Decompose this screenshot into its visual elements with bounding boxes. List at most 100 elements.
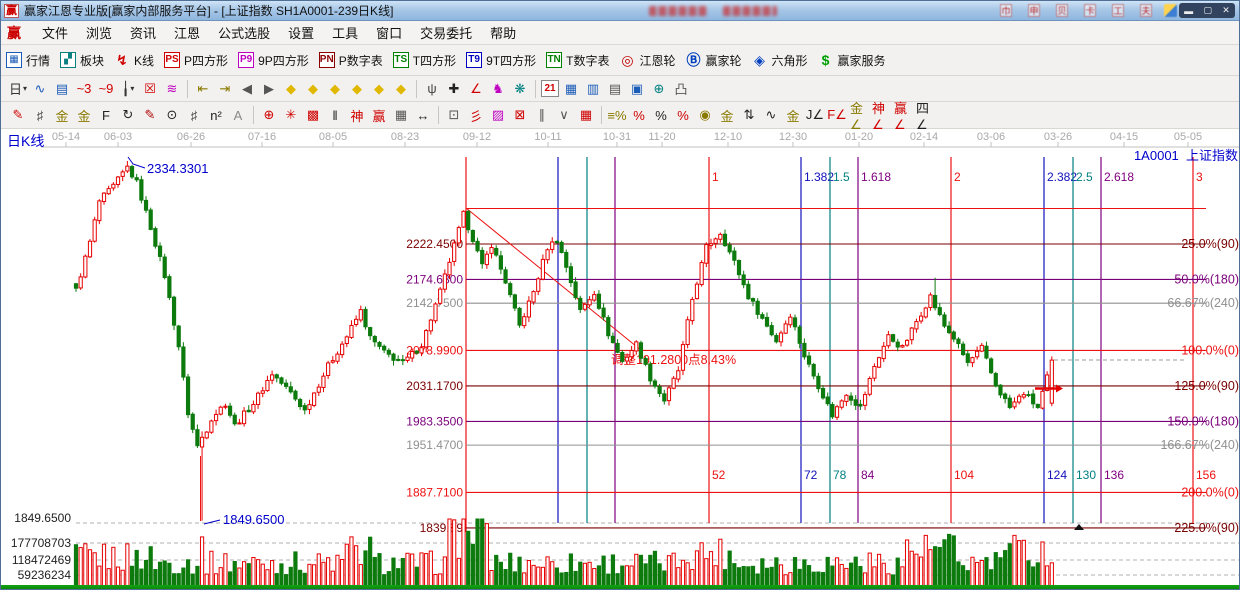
ying-tool[interactable]: 赢	[369, 105, 389, 125]
circle-cross-tool[interactable]: ⊕	[259, 105, 279, 125]
menu-help[interactable]: 帮助	[481, 21, 525, 44]
sectors-button[interactable]: ▞板块	[60, 52, 104, 69]
quotes-button[interactable]: ▦行情	[6, 52, 50, 69]
gold2-tool[interactable]: 金	[783, 105, 803, 125]
bottom-scrollbar[interactable]	[1, 585, 1240, 590]
angle-f-tool[interactable]: F∠	[827, 105, 847, 125]
spider-web-tool[interactable]: ✳	[281, 105, 301, 125]
hexagon-button[interactable]: ◈六角形	[752, 52, 808, 69]
gann-shape-button[interactable]: ♞	[488, 79, 508, 99]
overlay-line-button[interactable]: ∿	[30, 79, 50, 99]
red-grid-tool[interactable]: ▦	[576, 105, 596, 125]
gold-circle-tool[interactable]: ◉	[695, 105, 715, 125]
analysis-brain-button[interactable]: ❋	[510, 79, 530, 99]
grid-123-tool[interactable]: ▦	[391, 105, 411, 125]
fibonacci-tool[interactable]: F	[96, 105, 116, 125]
9p-square-button[interactable]: P99P四方形	[238, 52, 309, 69]
gold-line-tool[interactable]: 金	[717, 105, 737, 125]
pct-strike-tool[interactable]: %	[629, 105, 649, 125]
zoom-in-button[interactable]: ◆	[369, 79, 389, 99]
angle-shen-tool[interactable]: 神∠	[871, 105, 891, 125]
expand-left-button[interactable]: ◆	[281, 79, 301, 99]
angle-measure-button[interactable]: ∠	[466, 79, 486, 99]
go-first-button[interactable]: ⇤	[193, 79, 213, 99]
titlebar-color-icon[interactable]	[1164, 4, 1177, 17]
menu-file[interactable]: 文件	[33, 21, 77, 44]
updown-tool[interactable]: ⇅	[739, 105, 759, 125]
kline-button[interactable]: ↯K线	[114, 52, 154, 69]
wave-a-tool[interactable]: ∿	[761, 105, 781, 125]
calendar-button[interactable]: 21	[541, 80, 559, 97]
shen-tool[interactable]: 神	[347, 105, 367, 125]
fan-box-tool[interactable]: ▨	[488, 105, 508, 125]
angle-j-tool[interactable]: J∠	[805, 105, 825, 125]
expand-right-button[interactable]: ◆	[303, 79, 323, 99]
color-volume-button[interactable]: ≋	[162, 79, 182, 99]
chart-canvas[interactable]: 05-1406-0306-2607-1608-0508-2309-1210-11…	[1, 129, 1240, 585]
notes-button[interactable]: ▤	[605, 79, 625, 99]
titlebar-quick-icon-6[interactable]: 夫	[1140, 4, 1152, 17]
winner-service-button[interactable]: $赢家服务	[818, 52, 886, 69]
gold-ratio-tool-1[interactable]: 金	[52, 105, 72, 125]
fan-lines-tool[interactable]: 彡	[466, 105, 486, 125]
save-button[interactable]: ▣	[627, 79, 647, 99]
calculator-button[interactable]: ▦	[561, 79, 581, 99]
9t-square-button[interactable]: T99T四方形	[466, 52, 536, 69]
window-close-button[interactable]: ✕	[1222, 5, 1230, 16]
erase-drawing-button[interactable]: ☒	[140, 79, 160, 99]
crosshair-button[interactable]: ✚	[444, 79, 464, 99]
bar-pair-tool[interactable]: ‖	[325, 105, 345, 125]
cycle-circle-tool[interactable]: ⊙	[162, 105, 182, 125]
pct-tool[interactable]: %	[651, 105, 671, 125]
menu-browse[interactable]: 浏览	[77, 21, 121, 44]
menu-formula-picker[interactable]: 公式选股	[209, 21, 279, 44]
titlebar-quick-icon-3[interactable]: 贝	[1056, 4, 1068, 17]
pct-under-tool[interactable]: %	[673, 105, 693, 125]
angle-four-tool[interactable]: 四∠	[915, 105, 935, 125]
gann-wheel-button[interactable]: ◎江恩轮	[619, 52, 675, 69]
menu-gann[interactable]: 江恩	[165, 21, 209, 44]
wave9-button[interactable]: ~9	[96, 79, 116, 99]
n-square-tool[interactable]: n²	[206, 105, 226, 125]
prev-bar-button[interactable]: ◀	[237, 79, 257, 99]
data-table-button[interactable]: ▥	[583, 79, 603, 99]
stock-note-button[interactable]: ▤	[52, 79, 72, 99]
winner-wheel-button[interactable]: Ⓑ赢家轮	[685, 52, 741, 69]
titlebar-quick-icon-1[interactable]: 巾	[1000, 4, 1012, 17]
gold-ratio-tool-2[interactable]: 金	[74, 105, 94, 125]
p-square-button[interactable]: PSP四方形	[164, 52, 228, 69]
menu-news[interactable]: 资讯	[121, 21, 165, 44]
wave3-button[interactable]: ~3	[74, 79, 94, 99]
pencil-tool[interactable]: ✎	[8, 105, 28, 125]
window-maximize-button[interactable]: ▢	[1203, 5, 1212, 16]
hand-tool-button[interactable]: ψ	[422, 79, 442, 99]
print-button[interactable]: 凸	[671, 79, 691, 99]
box-select-tool[interactable]: ⊡	[444, 105, 464, 125]
pencil2-tool[interactable]: ✎	[140, 105, 160, 125]
hash2-tool[interactable]: ♯	[184, 105, 204, 125]
go-last-button[interactable]: ⇥	[215, 79, 235, 99]
kline-period-dropdown[interactable]: 日▾	[8, 79, 28, 99]
titlebar-quick-icon-4[interactable]: 卡	[1084, 4, 1096, 17]
menu-tools[interactable]: 工具	[323, 21, 367, 44]
angle-gold-tool[interactable]: 金∠	[849, 105, 869, 125]
next-bar-button[interactable]: ▶	[259, 79, 279, 99]
zoom-out-button[interactable]: ◆	[391, 79, 411, 99]
menu-trade[interactable]: 交易委托	[411, 21, 481, 44]
width-measure-tool[interactable]: ↔	[413, 105, 433, 125]
chart-area[interactable]: 05-1406-0306-2607-1608-0508-2309-1210-11…	[1, 129, 1240, 585]
vee-tool[interactable]: ∨	[554, 105, 574, 125]
scale-pct-tool[interactable]: ≡%	[607, 105, 627, 125]
candle-type-dropdown[interactable]: ╽▾	[118, 79, 138, 99]
menu-window[interactable]: 窗口	[367, 21, 411, 44]
spiral-tool[interactable]: ↻	[118, 105, 138, 125]
box-x-tool[interactable]: ⊠	[510, 105, 530, 125]
angle-ying-tool[interactable]: 赢∠	[893, 105, 913, 125]
titlebar-quick-icon-2[interactable]: 申	[1028, 4, 1040, 17]
square-web-tool[interactable]: ▩	[303, 105, 323, 125]
t-square-button[interactable]: TST四方形	[393, 52, 456, 69]
window-minimize-button[interactable]: ▬	[1184, 6, 1193, 16]
compress-button[interactable]: ◆	[347, 79, 367, 99]
menu-settings[interactable]: 设置	[279, 21, 323, 44]
titlebar-quick-icon-5[interactable]: 工	[1112, 4, 1124, 17]
